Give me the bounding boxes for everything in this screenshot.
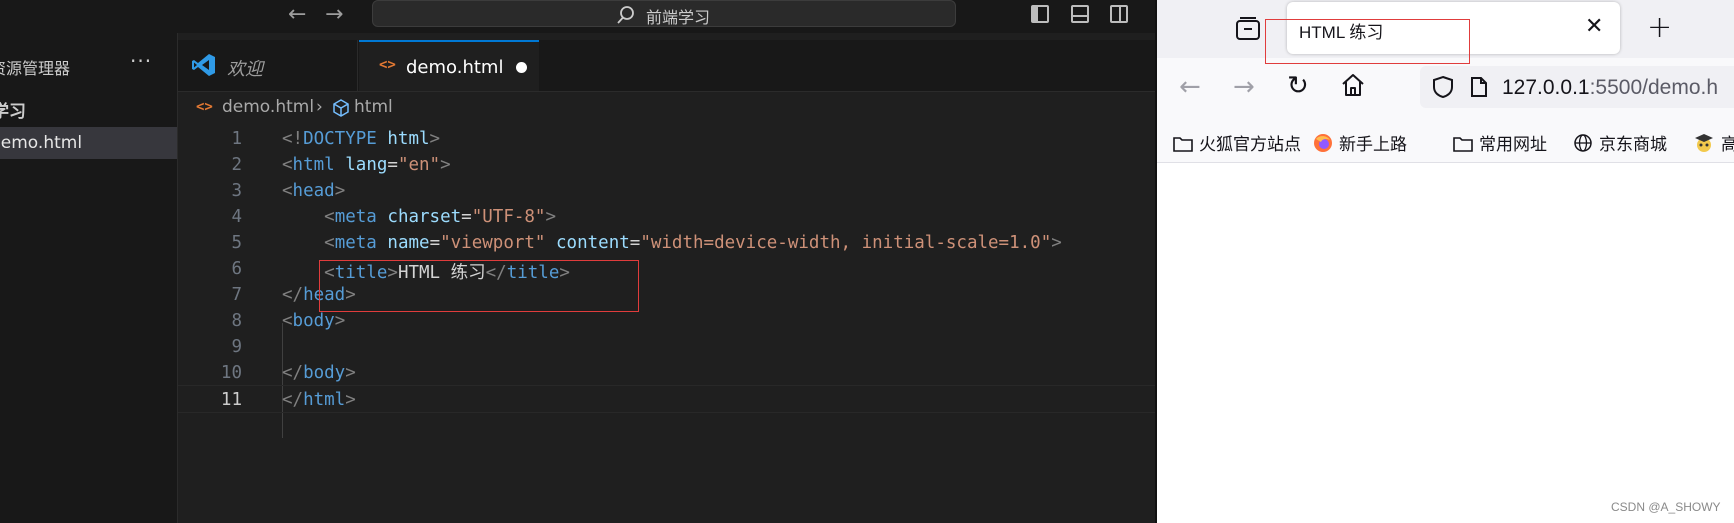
bookmarks-toolbar: 火狐官方站点 新手上路 常用网址 京东商城 高 bbox=[1157, 118, 1734, 163]
bookmark-item[interactable]: 京东商城 bbox=[1573, 130, 1667, 155]
active-line-number: 11 bbox=[220, 390, 242, 410]
toggle-panel-icon[interactable] bbox=[1071, 5, 1089, 23]
title-highlight-box bbox=[319, 260, 639, 312]
graduation-cap-icon bbox=[1695, 134, 1713, 152]
vscode-window: ← → 前端学习 资源管理器 ··· 学习 demo.html bbox=[0, 0, 1155, 523]
code-line: 2 <html lang="en"> bbox=[231, 155, 451, 175]
bookmark-item[interactable]: 新手上路 bbox=[1313, 130, 1407, 155]
forward-arrow-icon[interactable]: → bbox=[1233, 72, 1255, 102]
html-file-icon: <> bbox=[379, 57, 396, 73]
code-editor[interactable]: 1 <!DOCTYPE html> 2 <html lang="en"> 3 <… bbox=[178, 125, 1155, 523]
code-line: 3 <head> bbox=[231, 181, 346, 201]
back-arrow-icon[interactable]: ← bbox=[1179, 72, 1201, 102]
vscode-logo-icon bbox=[192, 54, 215, 76]
url-bar[interactable]: 127.0.0.1:5500/demo.h bbox=[1420, 66, 1734, 108]
search-icon bbox=[617, 6, 634, 24]
shield-icon[interactable] bbox=[1432, 75, 1454, 99]
reload-icon[interactable]: ↻ bbox=[1287, 71, 1309, 101]
explorer-folder[interactable]: 学习 bbox=[0, 97, 26, 122]
tab-welcome[interactable]: 欢迎 bbox=[178, 40, 358, 91]
tab-welcome-label: 欢迎 bbox=[227, 59, 263, 80]
close-tab-icon[interactable]: ✕ bbox=[1585, 14, 1603, 39]
breadcrumb-separator-icon: › bbox=[316, 97, 323, 117]
unsaved-dot-icon[interactable] bbox=[516, 62, 527, 73]
forward-arrow-icon[interactable]: → bbox=[325, 2, 343, 27]
back-arrow-icon[interactable]: ← bbox=[288, 2, 306, 27]
home-icon[interactable] bbox=[1340, 72, 1366, 98]
code-line: 4 <meta charset="UTF-8"> bbox=[231, 207, 557, 227]
command-center-label: 前端学习 bbox=[646, 8, 711, 27]
explorer-file-label: demo.html bbox=[0, 133, 83, 153]
firefox-view-icon[interactable] bbox=[1235, 17, 1261, 41]
folder-icon bbox=[1173, 137, 1193, 152]
explorer-sidebar: 资源管理器 ··· 学习 demo.html bbox=[0, 33, 178, 523]
editor-tab-bar: 欢迎 <> demo.html bbox=[178, 40, 1155, 92]
symbol-element-icon bbox=[333, 99, 349, 117]
bookmark-item[interactable]: 常用网址 bbox=[1453, 130, 1547, 155]
code-line: 5 <meta name="viewport" content="width=d… bbox=[231, 233, 1062, 253]
watermark: CSDN @A_SHOWY bbox=[1611, 500, 1721, 514]
explorer-title: 资源管理器 bbox=[0, 59, 71, 78]
breadcrumb-file[interactable]: demo.html bbox=[222, 97, 314, 117]
firefox-window: HTML 练习 ✕ + ← → ↻ 127.0.0.1:5500/demo.h … bbox=[1155, 0, 1734, 523]
html-file-icon: <> bbox=[196, 99, 213, 115]
page-icon bbox=[1471, 77, 1487, 97]
code-line: 9 bbox=[231, 337, 242, 357]
globe-icon bbox=[1574, 134, 1592, 152]
folder-icon bbox=[1453, 137, 1473, 152]
more-actions-icon[interactable]: ··· bbox=[130, 49, 152, 73]
firefox-logo-icon bbox=[1314, 134, 1332, 152]
toggle-primary-sidebar-icon[interactable] bbox=[1031, 5, 1049, 23]
toggle-secondary-sidebar-icon[interactable] bbox=[1110, 5, 1128, 23]
command-center-search[interactable]: 前端学习 bbox=[372, 0, 956, 27]
tab-demo-label: demo.html bbox=[406, 57, 504, 78]
code-line-active: 11 </html> bbox=[178, 385, 1155, 413]
bookmark-item[interactable]: 火狐官方站点 bbox=[1173, 130, 1301, 155]
explorer-file-item[interactable]: demo.html bbox=[0, 127, 177, 159]
tab-demo-html[interactable]: <> demo.html bbox=[359, 40, 539, 91]
title-bar: ← → 前端学习 bbox=[0, 0, 1155, 33]
new-tab-icon[interactable]: + bbox=[1647, 10, 1672, 45]
tab-title-highlight-box bbox=[1265, 19, 1470, 64]
code-line: 10 </body> bbox=[220, 363, 356, 383]
url-text: 127.0.0.1:5500/demo.h bbox=[1502, 76, 1719, 99]
bookmark-item[interactable]: 高 bbox=[1693, 130, 1734, 155]
code-line: 1 <!DOCTYPE html> bbox=[231, 129, 441, 149]
page-content[interactable] bbox=[1157, 163, 1734, 523]
browser-toolbar: ← → ↻ 127.0.0.1:5500/demo.h bbox=[1157, 58, 1734, 118]
breadcrumb-symbol[interactable]: html bbox=[354, 97, 393, 117]
